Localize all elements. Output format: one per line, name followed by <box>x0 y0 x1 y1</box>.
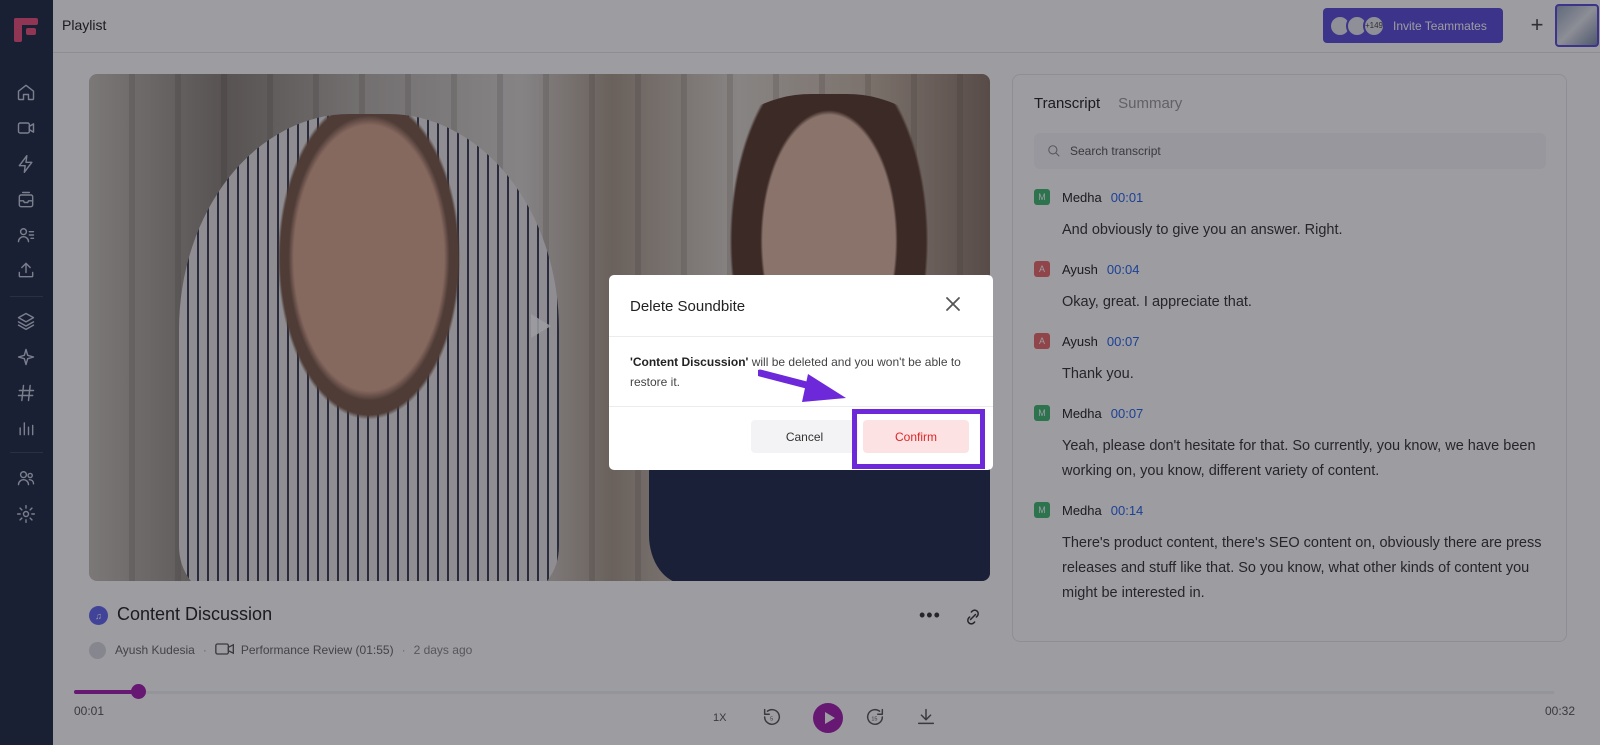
cancel-button[interactable]: Cancel <box>751 420 858 453</box>
dialog-item-name: 'Content Discussion' <box>630 355 749 369</box>
dialog-divider <box>609 336 993 337</box>
confirm-highlight-annotation <box>852 409 985 469</box>
close-icon[interactable] <box>944 295 966 317</box>
arrow-annotation-icon <box>758 369 846 402</box>
dialog-title: Delete Soundbite <box>630 298 746 315</box>
